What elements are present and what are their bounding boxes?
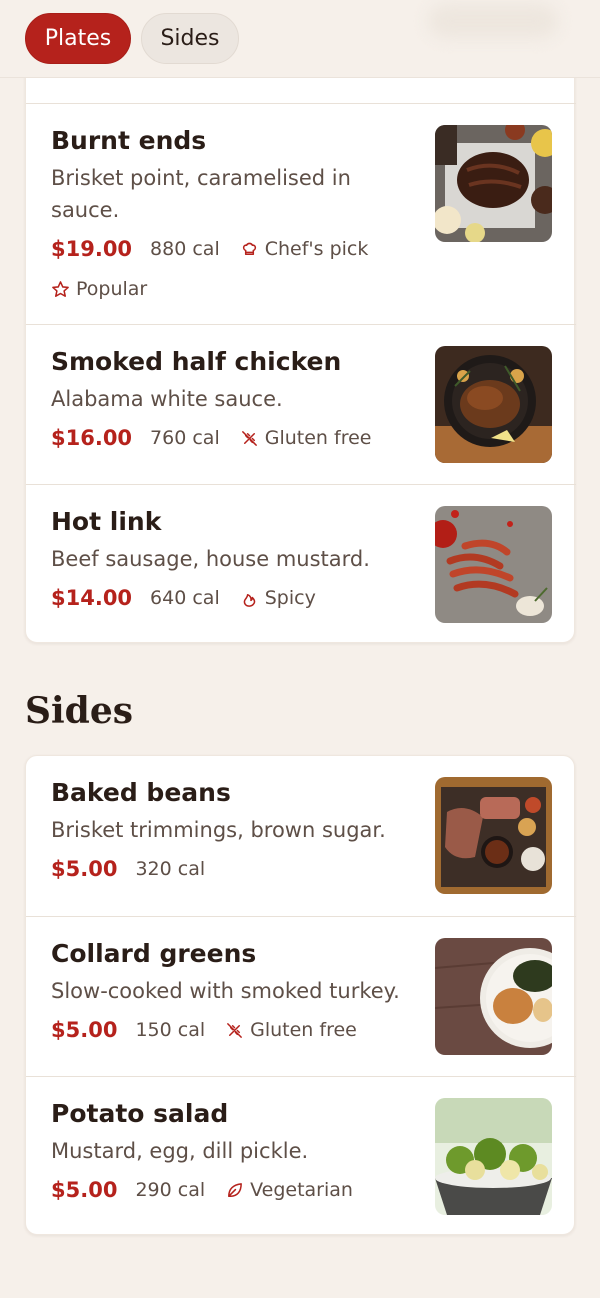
item-photo-baked-beans: [435, 777, 552, 894]
item-price: $5.00: [51, 1178, 118, 1202]
item-name: Collard greens: [51, 939, 257, 968]
item-photo-smoked-half-chicken: [435, 346, 552, 463]
tag-gluten-free: Gluten free: [225, 1019, 357, 1041]
tag-gluten-free: Gluten free: [240, 427, 371, 449]
item-price: $5.00: [51, 857, 118, 881]
menu-item-collard-greens[interactable]: Collard greens Slow-cooked with smoked t…: [26, 917, 576, 1076]
item-calories: 880 cal: [150, 238, 220, 260]
star-icon: [52, 280, 69, 297]
item-calories: 760 cal: [150, 427, 220, 449]
item-photo-potato-salad: [435, 1098, 552, 1215]
item-photo-collard-greens: [435, 938, 552, 1055]
menu-item-hot-link[interactable]: Hot link Beef sausage, house mustard. $1…: [26, 485, 576, 644]
item-price: $5.00: [51, 1018, 118, 1042]
item-name: Burnt ends: [51, 126, 207, 155]
category-tab-bar: Plates Sides: [0, 0, 600, 78]
tab-plates[interactable]: Plates: [25, 13, 131, 64]
menu-item-baked-beans[interactable]: Baked beans Brisket trimmings, brown sug…: [26, 756, 576, 916]
item-description: Mustard, egg, dill pickle.: [51, 1139, 309, 1163]
item-name: Potato salad: [51, 1099, 229, 1128]
item-calories: 150 cal: [135, 1019, 206, 1041]
tag-vegetarian: Vegetarian: [225, 1179, 353, 1201]
leaf-icon: [228, 1182, 243, 1197]
chef-hat-icon: [242, 242, 256, 255]
item-price: $14.00: [51, 586, 133, 610]
item-description: Beef sausage, house mustard.: [51, 547, 370, 571]
menu-item-burnt-ends[interactable]: Burnt ends Brisket point, caramelised in…: [26, 104, 576, 324]
tag-spicy: Spicy: [240, 587, 316, 609]
item-calories: 290 cal: [135, 1179, 206, 1201]
flame-icon: [243, 593, 255, 607]
item-description: Alabama white sauce.: [51, 387, 283, 411]
item-description: Slow-cooked with smoked turkey.: [51, 979, 400, 1003]
item-name: Baked beans: [51, 778, 231, 807]
section-title-sides: Sides: [25, 690, 134, 732]
item-price: $19.00: [51, 237, 133, 261]
tag-chefs-pick: Chef's pick: [240, 238, 368, 260]
item-calories: 320 cal: [135, 858, 206, 880]
item-description: Brisket trimmings, brown sugar.: [51, 818, 386, 842]
plates-menu-card: Burnt ends Brisket point, caramelised in…: [25, 60, 576, 644]
item-photo-burnt-ends: [435, 125, 552, 242]
tab-sides[interactable]: Sides: [141, 13, 239, 64]
menu-item-smoked-half-chicken[interactable]: Smoked half chicken Alabama white sauce.…: [26, 325, 576, 484]
menu-item-potato-salad[interactable]: Potato salad Mustard, egg, dill pickle. …: [26, 1077, 576, 1236]
item-name: Hot link: [51, 507, 162, 536]
item-name: Smoked half chicken: [51, 347, 342, 376]
tag-popular: Popular: [51, 278, 147, 300]
item-description: Brisket point, caramelised in sauce.: [51, 166, 351, 222]
sides-menu-card: Baked beans Brisket trimmings, brown sug…: [25, 755, 576, 1236]
gluten-free-icon: [241, 430, 257, 446]
item-photo-hot-link: [435, 506, 552, 623]
item-calories: 640 cal: [150, 587, 220, 609]
gluten-free-icon: [227, 1022, 243, 1038]
item-price: $16.00: [51, 426, 133, 450]
